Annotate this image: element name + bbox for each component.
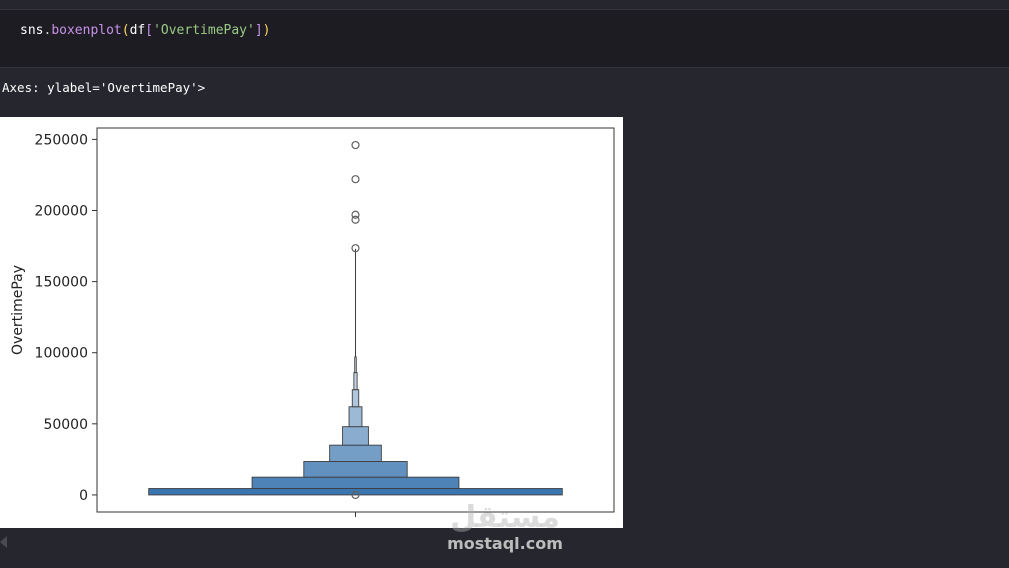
top-strip [0, 0, 1009, 9]
y-tick-label-0: 0 [79, 488, 88, 504]
boxen-box-4 [342, 426, 369, 446]
y-axis-label: OvertimePay [10, 265, 26, 355]
watermark-logo: مستقل [450, 500, 560, 535]
code-token-bracket-close: ] [254, 23, 263, 38]
y-tick-label-2: 100000 [35, 346, 88, 362]
boxen-chart: 0 50000 100000 150000 200000 250000 OvertimeP… [10, 127, 615, 517]
boxen-box-3 [329, 444, 382, 462]
code-token-function: boxenplot [51, 23, 122, 38]
boxes-layer [148, 356, 563, 496]
code-token-module: sns [20, 23, 44, 38]
boxen-box-1 [251, 476, 460, 489]
scroll-left-arrow-icon[interactable] [0, 536, 7, 548]
code-token-paren-close: ) [262, 23, 271, 38]
plot-canvas: 0 50000 100000 150000 200000 250000 OvertimeP… [0, 117, 623, 528]
code-token-paren-open: ( [121, 23, 130, 38]
code-token-bracket-open: [ [145, 23, 154, 38]
outlier-point-4 [351, 140, 360, 150]
boxen-box-7 [353, 372, 358, 391]
boxen-box-5 [348, 406, 363, 428]
code-token-string: 'OvertimePay' [153, 23, 255, 38]
boxen-box-8 [354, 356, 357, 374]
code-line[interactable]: sns.boxenplot(df['OvertimePay']) [20, 23, 270, 38]
watermark-site: mostaql.com [447, 534, 563, 553]
y-tick-label-1: 50000 [43, 417, 88, 433]
y-tick-label-5: 250000 [35, 132, 88, 148]
output-text: Axes: ylabel='OvertimePay'> [2, 80, 206, 95]
y-ticks: 0 50000 100000 150000 200000 250000 [35, 132, 97, 504]
outlier-point-2 [351, 210, 360, 219]
y-tick-label-3: 150000 [35, 275, 88, 291]
outlier-point-3 [351, 175, 360, 184]
code-cell[interactable]: sns.boxenplot(df['OvertimePay']) [0, 9, 1009, 68]
boxen-box-2 [303, 461, 408, 478]
y-tick-label-4: 200000 [35, 203, 88, 219]
boxen-box-6 [351, 389, 360, 408]
code-token-dataframe: df [129, 23, 146, 38]
watermark: مستقل mostaql.com [442, 502, 568, 558]
